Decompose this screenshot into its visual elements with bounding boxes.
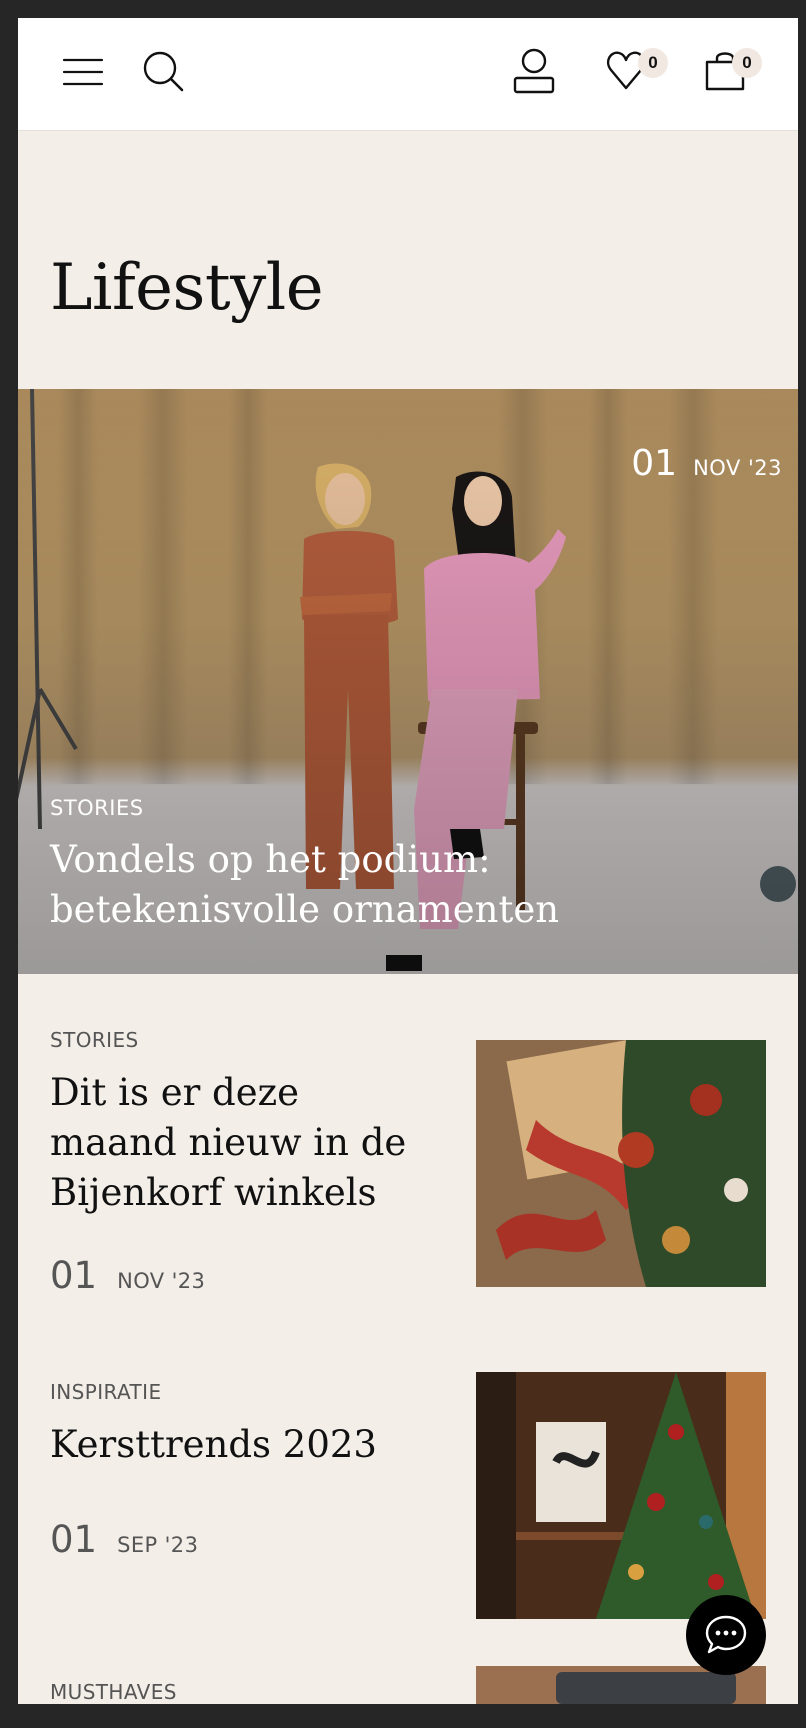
gift-tree-photo (476, 1040, 766, 1287)
wishlist-count-badge: 0 (638, 48, 668, 78)
cart-count-badge: 0 (732, 48, 762, 78)
article-category: STORIES (50, 1028, 139, 1052)
article-title[interactable]: Kersttrends 2023 (50, 1420, 430, 1470)
search-icon[interactable] (142, 50, 186, 94)
chat-button[interactable] (686, 1595, 766, 1675)
article-category: INSPIRATIE (50, 1380, 162, 1404)
account-icon[interactable] (512, 48, 556, 94)
hero-article[interactable]: 01 NOV '23 STORIES Vondels op het podium… (18, 389, 798, 974)
hero-title[interactable]: Vondels op het podium: betekenisvolle or… (50, 835, 750, 935)
article-category: MUSTHAVES (50, 1680, 177, 1704)
top-header: 0 0 (18, 18, 798, 131)
page-title: Lifestyle (50, 251, 324, 325)
article-card[interactable]: MUSTHAVES (18, 1648, 798, 1704)
menu-icon[interactable] (62, 56, 104, 88)
hero-date-day: 01 (631, 443, 678, 484)
article-date-day: 01 (50, 1254, 98, 1297)
chat-icon (705, 1615, 747, 1654)
article-date-month: NOV '23 (117, 1269, 206, 1293)
article-thumbnail[interactable] (476, 1040, 766, 1287)
hero-date-month: NOV '23 (693, 456, 782, 480)
hero-date: 01 NOV '23 (631, 443, 782, 484)
article-title[interactable]: Dit is er deze maand nieuw in de Bijenko… (50, 1068, 430, 1218)
article-date-month: SEP '23 (117, 1533, 199, 1557)
article-card[interactable]: STORIES Dit is er deze maand nieuw in de… (18, 1016, 798, 1316)
article-date: 01 SEP '23 (50, 1518, 198, 1561)
hero-category: STORIES (50, 796, 144, 820)
christmas-room-photo (476, 1372, 766, 1619)
page-frame: 0 0 Lifestyle 01 NOV '23 STORIES Vondels… (18, 18, 798, 1704)
article-date-day: 01 (50, 1518, 98, 1561)
article-date: 01 NOV '23 (50, 1254, 205, 1297)
article-thumbnail[interactable] (476, 1372, 766, 1619)
article-card[interactable]: INSPIRATIE Kersttrends 2023 01 SEP '23 (18, 1348, 798, 1648)
